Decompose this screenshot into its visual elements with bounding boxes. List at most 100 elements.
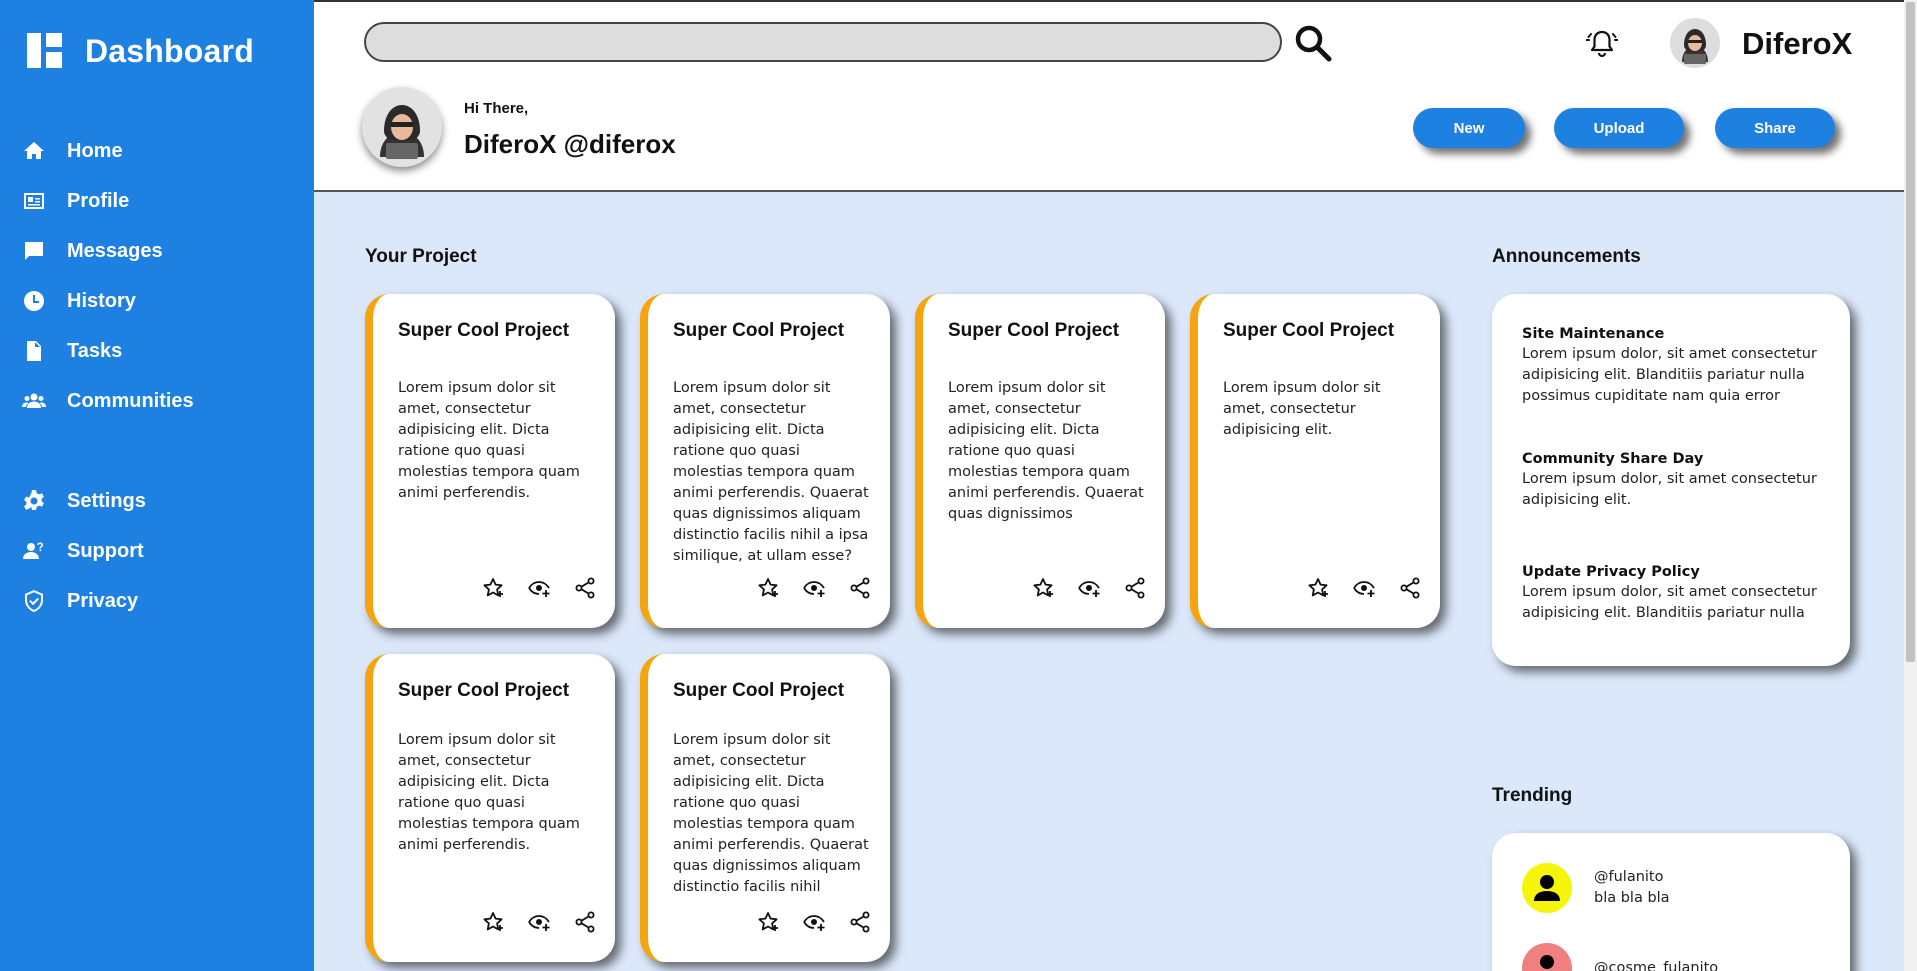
trending-item[interactable]: @fulanito bla bla bla	[1522, 863, 1670, 913]
announcement-title: Community Share Day	[1522, 451, 1704, 467]
new-button[interactable]: New	[1413, 108, 1525, 148]
sidebar-item-label: Privacy	[67, 589, 139, 612]
trending-item[interactable]: @cosme_fulanito	[1522, 943, 1718, 971]
star-icon[interactable]	[481, 910, 505, 934]
sidebar-item-home[interactable]: Home	[0, 126, 314, 176]
project-title: Super Cool Project	[1223, 320, 1395, 341]
avatar[interactable]	[1670, 18, 1720, 68]
header: DiferoX Hi There, DiferoX @diferox New U…	[314, 0, 1904, 192]
sidebar-item-settings[interactable]: Settings	[0, 476, 314, 526]
sidebar-item-label: Profile	[67, 189, 130, 212]
main-nav: Home Profile Messages History Tasks Comm…	[0, 126, 314, 426]
announcement-text: Lorem ipsum dolor, sit amet consectetur …	[1522, 346, 1817, 404]
sidebar-item-privacy[interactable]: Privacy	[0, 576, 314, 626]
project-card[interactable]: Super Cool Project Lorem ipsum dolor sit …	[1190, 294, 1440, 628]
person-icon	[1540, 955, 1554, 969]
scrollbar[interactable]	[1904, 0, 1917, 971]
projects-title: Your Project	[365, 246, 477, 267]
watch-icon[interactable]	[527, 910, 551, 934]
project-title: Super Cool Project	[398, 680, 570, 701]
project-card[interactable]: Super Cool Project Lorem ipsum dolor sit …	[365, 294, 615, 628]
share-icon[interactable]	[848, 576, 872, 600]
notification-button[interactable]	[1585, 28, 1619, 60]
watch-icon[interactable]	[802, 576, 826, 600]
search-input[interactable]	[364, 22, 1282, 62]
gear-icon	[24, 490, 44, 510]
profile-icon	[24, 193, 44, 209]
star-icon[interactable]	[1306, 576, 1330, 600]
project-card[interactable]: Super Cool Project Lorem ipsum dolor sit …	[365, 654, 615, 962]
project-actions	[756, 576, 872, 600]
announcements-title: Announcements	[1492, 246, 1641, 267]
announcement-title: Update Privacy Policy	[1522, 564, 1700, 580]
search-button[interactable]	[1294, 24, 1332, 62]
project-card[interactable]: Super Cool Project Lorem ipsum dolor sit …	[640, 654, 890, 962]
clock-icon	[24, 291, 44, 311]
trending-text: bla bla bla	[1594, 890, 1670, 906]
scrollbar-thumb[interactable]	[1906, 2, 1915, 662]
dashboard-icon	[27, 33, 63, 69]
bell-icon	[1585, 30, 1619, 58]
sidebar-item-label: Tasks	[67, 339, 123, 362]
document-icon	[27, 341, 41, 361]
project-description: Lorem ipsum dolor sit amet, consectetur …	[398, 380, 580, 501]
shield-icon	[25, 590, 43, 612]
trending-panel: @fulanito bla bla bla @cosme_fulanito	[1492, 833, 1850, 971]
sidebar-item-support[interactable]: Support	[0, 526, 314, 576]
sidebar-item-label: Settings	[67, 489, 146, 512]
sidebar-item-tasks[interactable]: Tasks	[0, 326, 314, 376]
project-description: Lorem ipsum dolor sit amet, consectetur …	[1223, 380, 1381, 438]
share-icon[interactable]	[848, 910, 872, 934]
sidebar-item-label: Communities	[67, 389, 194, 412]
watch-icon[interactable]	[802, 910, 826, 934]
brand[interactable]: Dashboard	[27, 33, 254, 69]
project-card[interactable]: Super Cool Project Lorem ipsum dolor sit …	[915, 294, 1165, 628]
share-button[interactable]: Share	[1715, 108, 1835, 148]
watch-icon[interactable]	[1077, 576, 1101, 600]
project-title: Super Cool Project	[673, 680, 845, 701]
watch-icon[interactable]	[527, 576, 551, 600]
home-icon	[24, 142, 44, 159]
share-icon[interactable]	[1123, 576, 1147, 600]
person-icon	[1534, 875, 1560, 901]
project-description: Lorem ipsum dolor sit amet, consectetur …	[673, 732, 869, 895]
star-icon[interactable]	[1031, 576, 1055, 600]
project-actions	[756, 910, 872, 934]
project-description: Lorem ipsum dolor sit amet, consectetur …	[673, 380, 869, 564]
project-card[interactable]: Super Cool Project Lorem ipsum dolor sit …	[640, 294, 890, 628]
sidebar-item-profile[interactable]: Profile	[0, 176, 314, 226]
star-icon[interactable]	[756, 910, 780, 934]
project-title: Super Cool Project	[398, 320, 570, 341]
username[interactable]: DiferoX	[1742, 26, 1852, 62]
sidebar: Dashboard Home Profile Messages History …	[0, 0, 314, 971]
sidebar-item-communities[interactable]: Communities	[0, 376, 314, 426]
watch-icon[interactable]	[1352, 576, 1376, 600]
announcement-item[interactable]: Community Share Day Lorem ipsum dolor, s…	[1522, 451, 1822, 511]
message-icon	[25, 242, 43, 260]
project-title: Super Cool Project	[948, 320, 1120, 341]
share-icon[interactable]	[573, 576, 597, 600]
announcement-item[interactable]: Site Maintenance Lorem ipsum dolor, sit …	[1522, 326, 1822, 407]
project-actions	[481, 576, 597, 600]
sidebar-item-label: Home	[67, 139, 123, 162]
share-icon[interactable]	[573, 910, 597, 934]
announcements-panel: Site Maintenance Lorem ipsum dolor, sit …	[1492, 294, 1850, 666]
upload-button[interactable]: Upload	[1554, 108, 1684, 148]
project-description: Lorem ipsum dolor sit amet, consectetur …	[398, 732, 580, 853]
avatar	[1522, 863, 1572, 913]
hacker-avatar-icon	[1682, 29, 1708, 64]
sidebar-item-history[interactable]: History	[0, 276, 314, 326]
people-icon	[22, 393, 46, 408]
star-icon[interactable]	[756, 576, 780, 600]
share-icon[interactable]	[1398, 576, 1422, 600]
sidebar-item-label: History	[67, 289, 136, 312]
announcement-item[interactable]: Update Privacy Policy Lorem ipsum dolor,…	[1522, 564, 1822, 624]
profile-avatar[interactable]	[362, 87, 442, 167]
star-icon[interactable]	[481, 576, 505, 600]
sidebar-item-messages[interactable]: Messages	[0, 226, 314, 276]
project-actions	[1306, 576, 1422, 600]
brand-title: Dashboard	[85, 32, 254, 69]
project-description: Lorem ipsum dolor sit amet, consectetur …	[948, 380, 1144, 522]
avatar	[1522, 943, 1572, 971]
trending-title: Trending	[1492, 785, 1573, 806]
